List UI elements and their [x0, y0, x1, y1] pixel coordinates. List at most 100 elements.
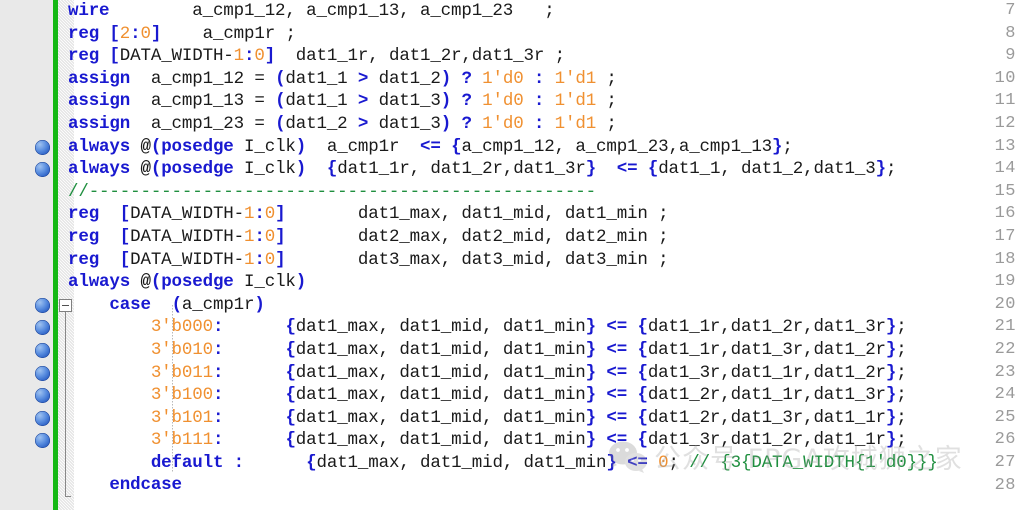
code-token-pl: dat1_3r,dat1_2r,dat1_1r — [647, 430, 886, 451]
code-token-pl: dat1_max, dat1_mid, dat1_min — [295, 407, 586, 428]
code-token-pl: dat1_3r,dat1_1r,dat1_2r — [647, 362, 886, 383]
code-token-pl: dat1_2r,dat1_3r,dat1_1r — [647, 407, 886, 428]
code-line[interactable]: 3'b010: {dat1_max, dat1_mid, dat1_min} <… — [60, 339, 1033, 362]
code-token-num: 3'b000 — [150, 317, 213, 338]
code-token-punct: } — [585, 317, 597, 338]
code-token-pl: a_cmp1_23 = — [130, 113, 276, 134]
bookmark-marker-icon[interactable] — [35, 139, 50, 155]
code-line[interactable]: 3'b111: {dat1_max, dat1_mid, dat1_min} <… — [60, 429, 1033, 452]
code-token-pl: dat1_1r,dat1_3r,dat1_2r — [647, 339, 886, 360]
code-token-num: 3'b010 — [150, 339, 213, 360]
code-line[interactable]: reg [DATA_WIDTH-1:0] dat1_max, dat1_mid,… — [60, 203, 1033, 226]
editor-gutter[interactable] — [0, 0, 60, 510]
code-content[interactable]: wire a_cmp1_12, a_cmp1_13, a_cmp1_23 ; re… — [60, 0, 1033, 510]
code-line[interactable]: 3'b100: {dat1_max, dat1_mid, dat1_min} <… — [60, 384, 1033, 407]
code-token-pl: a_cmp1r — [181, 294, 255, 315]
code-token-kw: assign — [68, 68, 131, 89]
code-line[interactable]: reg [DATA_WIDTH-1:0] dat2_max, dat2_mid,… — [60, 226, 1033, 249]
code-line[interactable]: assign a_cmp1_13 = (dat1_1 > dat1_3) ? 1… — [60, 90, 1033, 113]
code-token-punct: [ — [99, 204, 131, 225]
code-token-pl: DATA_WIDTH- — [130, 249, 244, 270]
code-token-punct: { — [451, 136, 462, 157]
bookmark-marker-icon[interactable] — [35, 297, 50, 313]
code-token-punct: } — [585, 430, 597, 451]
code-token-pl: DATA_WIDTH- — [130, 204, 244, 225]
code-token-punct: <= — [606, 407, 628, 428]
code-line[interactable]: 3'b011: {dat1_max, dat1_mid, dat1_min} <… — [60, 362, 1033, 385]
code-token-punct: { — [637, 407, 648, 428]
code-token-num: 3'b100 — [150, 385, 213, 406]
code-line[interactable]: 3'b101: {dat1_max, dat1_mid, dat1_min} <… — [60, 407, 1033, 430]
code-token-punct: { — [285, 430, 296, 451]
code-token-pl: dat1_1r,dat1_2r,dat1_3r — [647, 317, 886, 338]
code-token-punct: <= — [606, 317, 628, 338]
bookmark-marker-icon[interactable] — [35, 410, 50, 426]
code-token-pl: dat1_max, dat1_mid, dat1_min — [316, 452, 607, 473]
bookmark-marker-icon[interactable] — [35, 343, 50, 358]
code-token-pl: dat1_max, dat1_mid, dat1_min — [295, 317, 586, 338]
code-token-punct: [ — [99, 249, 131, 270]
code-token-pl: a_cmp1r — [306, 136, 421, 157]
code-line[interactable]: assign a_cmp1_12 = (dat1_1 > dat1_2) ? 1… — [60, 68, 1033, 91]
code-line[interactable]: reg [2:0] a_cmp1r ; — [60, 23, 1033, 46]
code-token-num: 1 — [244, 249, 255, 270]
code-token-punct: } — [885, 407, 897, 428]
code-line[interactable]: case (a_cmp1r) — [60, 294, 1033, 317]
code-token-punct: > — [357, 91, 369, 112]
code-token-num: 0 — [264, 249, 276, 270]
code-line[interactable]: 3'b000: {dat1_max, dat1_mid, dat1_min} <… — [60, 316, 1033, 339]
code-line[interactable]: always @(posedge I_clk) {dat1_1r, dat1_2… — [60, 158, 1033, 181]
code-token-num: 1 — [233, 46, 245, 67]
code-line[interactable]: wire a_cmp1_12, a_cmp1_13, a_cmp1_23 ; — [60, 0, 1033, 23]
code-token-punct: ) — [295, 272, 307, 293]
code-token-pl: ; — [596, 91, 617, 112]
code-token-punct: : — [212, 339, 224, 360]
code-line[interactable]: endcase — [60, 474, 1033, 497]
code-token-punct: { — [647, 159, 659, 180]
code-line[interactable]: always @(posedge I_clk) — [60, 271, 1033, 294]
code-token-num: 2 — [119, 23, 131, 44]
code-token-punct: : — [212, 430, 224, 451]
code-token-punct: { — [637, 430, 648, 451]
code-line[interactable]: //--------------------------------------… — [60, 181, 1033, 204]
code-line[interactable]: always @(posedge I_clk) a_cmp1r <= {a_cm… — [60, 136, 1033, 159]
code-editor[interactable]: 7 8 9 10 11 12 13 14 15 16 17 18 19 20 21 22 23 24 25 26 27 2… — [0, 0, 1033, 510]
code-token-kw: endcase — [109, 475, 182, 496]
code-token-punct: ? — [461, 113, 472, 134]
code-line[interactable]: reg [DATA_WIDTH-1:0] dat3_max, dat3_mid,… — [60, 249, 1033, 272]
bookmark-marker-icon[interactable] — [35, 365, 50, 381]
indent-guide — [172, 305, 173, 473]
code-token-punct: : — [130, 23, 141, 44]
code-token-num: 1 — [244, 204, 255, 225]
code-token-pl: I_clk — [233, 272, 296, 293]
code-token-punct: } — [885, 362, 897, 383]
code-line[interactable]: reg [DATA_WIDTH-1:0] dat1_1r, dat1_2r,da… — [60, 45, 1033, 68]
code-token-punct: [ — [99, 226, 131, 247]
code-token-num: 0 — [264, 226, 276, 247]
code-token-punct: ] — [275, 249, 286, 270]
code-token-pl: dat1_1 — [285, 91, 358, 112]
code-token-punct: ( — [171, 294, 183, 315]
code-line[interactable]: default : {dat1_max, dat1_mid, dat1_min}… — [60, 452, 1033, 475]
code-token-pl: dat1_2 — [368, 68, 441, 89]
code-line[interactable]: assign a_cmp1_23 = (dat1_2 > dat1_3) ? 1… — [60, 113, 1033, 136]
code-token-punct: <= — [606, 362, 628, 383]
